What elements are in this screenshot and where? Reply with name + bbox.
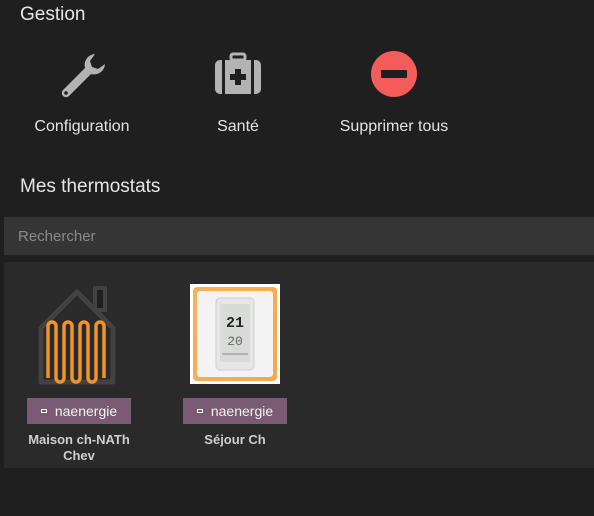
device-name: Séjour Ch [204, 432, 266, 447]
section-title-gestion: Gestion [20, 4, 86, 25]
section-title-thermostats: Mes thermostats [20, 176, 161, 197]
plugin-badge: naenergie [182, 398, 288, 424]
minus-circle-icon [314, 48, 474, 100]
supprimer-tous-label: Supprimer tous [339, 118, 449, 135]
plugin-icon [40, 409, 47, 413]
device-name: Maison ch-NATh Chev [28, 432, 130, 463]
device-card-sejour[interactable]: 21 20 naenergie Séjour Ch [160, 284, 310, 448]
supprimer-tous-button[interactable]: Supprimer tous [314, 48, 474, 136]
configuration-button[interactable]: Configuration [2, 48, 162, 136]
sante-label: Santé [217, 118, 259, 135]
plugin-icon [196, 409, 203, 413]
plugin-badge: naenergie [26, 398, 132, 424]
house-heating-icon [4, 284, 154, 388]
sante-button[interactable]: Santé [158, 48, 318, 136]
wrench-icon [2, 48, 162, 100]
thermostat-temperature: 21 [226, 315, 244, 332]
plugin-label: naenergie [210, 403, 274, 419]
thermostat-setpoint: 20 [227, 334, 243, 349]
thermostat-icon: 21 20 [160, 284, 310, 388]
plugin-label: naenergie [54, 403, 118, 419]
device-card-maison[interactable]: naenergie Maison ch-NATh Chev [4, 284, 154, 464]
thermostats-panel: naenergie Maison ch-NATh Chev 21 20 naen… [4, 262, 594, 468]
medical-kit-icon [158, 48, 318, 100]
configuration-label: Configuration [34, 118, 130, 135]
search-input[interactable] [4, 217, 594, 255]
